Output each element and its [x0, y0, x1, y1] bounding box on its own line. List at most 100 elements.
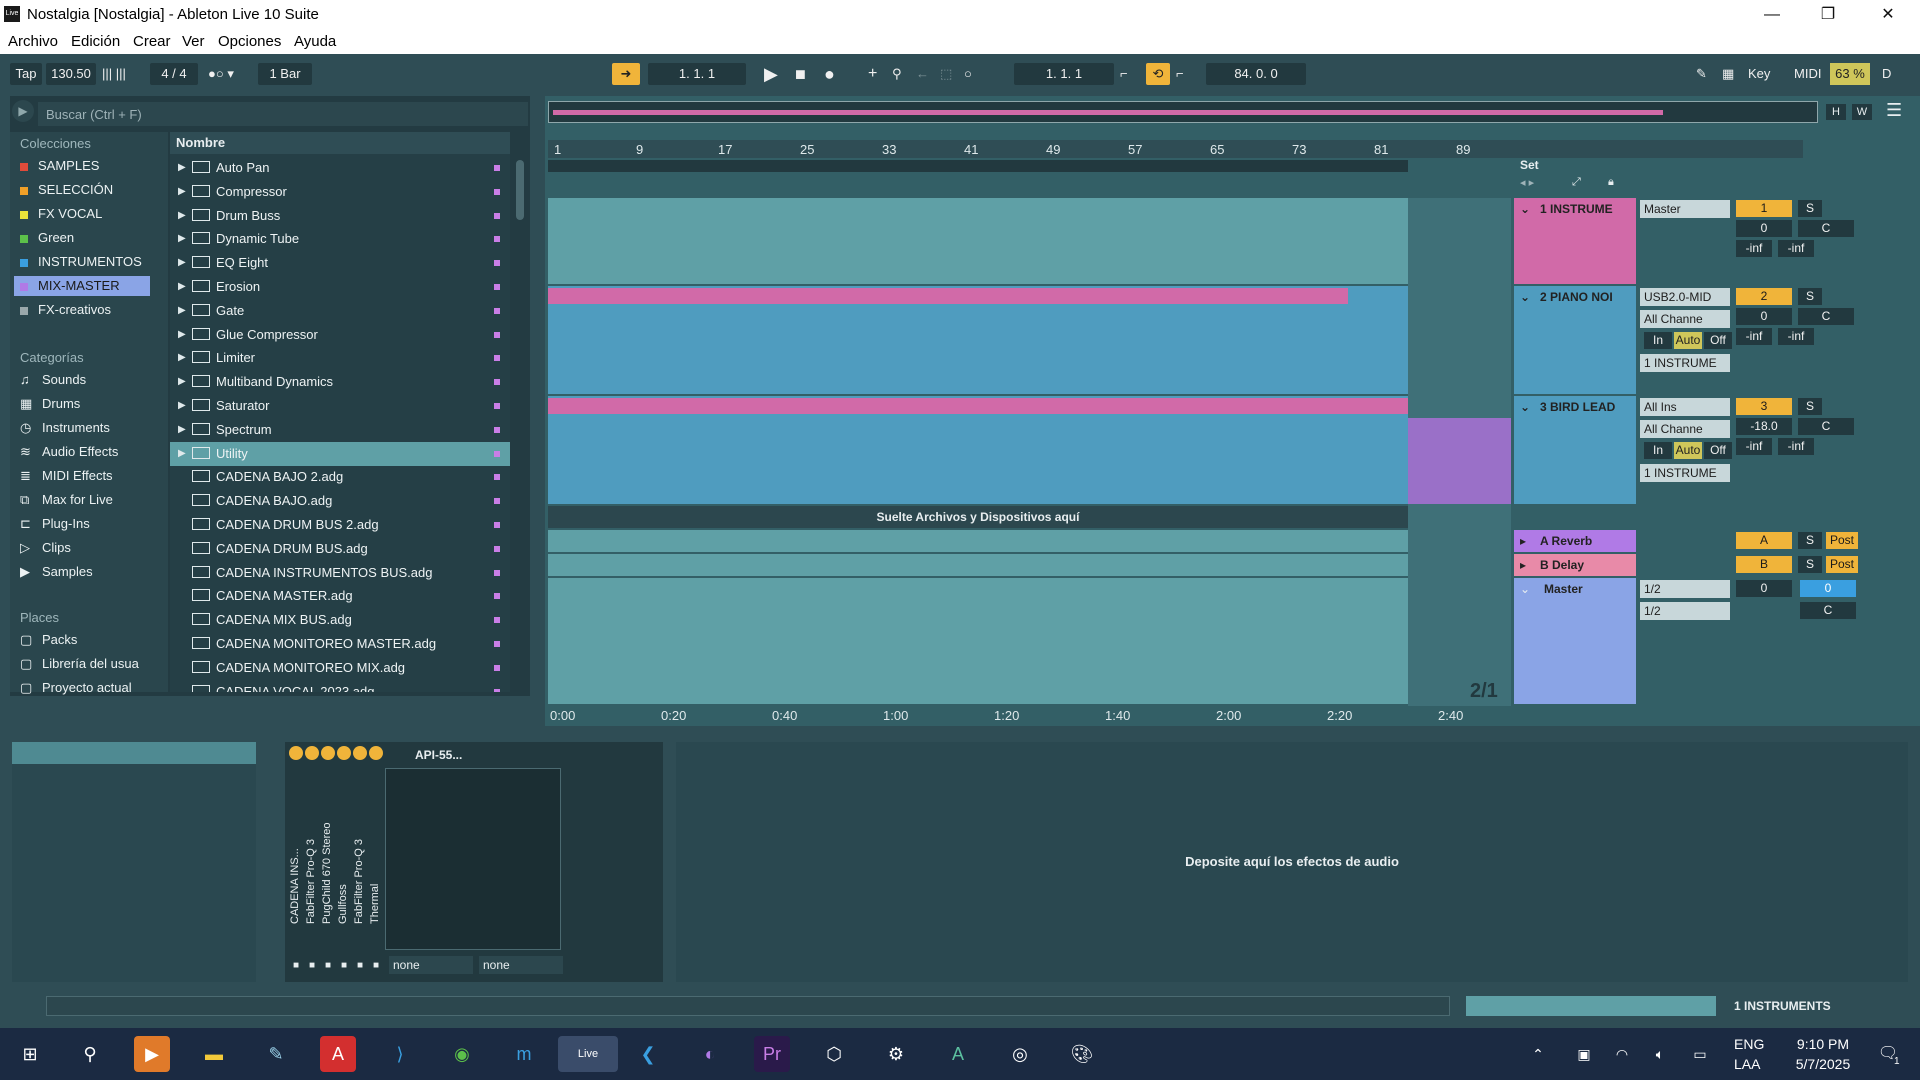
collection-item[interactable]: Green [20, 228, 74, 248]
track-output-select[interactable]: 1 INSTRUME [1640, 464, 1730, 482]
tray-device-icon[interactable]: ▣ [1572, 1036, 1596, 1072]
track-channel-select[interactable]: All Channe [1640, 310, 1730, 328]
monitor-button[interactable]: Off [1704, 332, 1732, 349]
solo-button[interactable]: S [1798, 556, 1822, 573]
category-item[interactable]: ♫ Sounds [20, 370, 86, 390]
automation-arm-icon[interactable]: ⚲ [892, 63, 902, 85]
master-track-header[interactable]: ⌄ Master [1514, 578, 1636, 704]
fold-icon[interactable]: ▸ [1520, 534, 1526, 548]
musescore-icon[interactable]: m [506, 1036, 542, 1072]
status-scroll[interactable] [1466, 996, 1716, 1016]
device-activator-icon[interactable] [305, 746, 319, 760]
unity-icon[interactable]: ⬡ [816, 1036, 852, 1072]
device-activator-icon[interactable] [369, 746, 383, 760]
clock-time[interactable]: 9:10 PM [1786, 1036, 1860, 1052]
pre-post-toggle[interactable]: Post [1826, 532, 1858, 549]
track-pan[interactable]: C [1798, 418, 1854, 435]
collection-item[interactable]: SAMPLES [20, 156, 99, 176]
expand-arrow-icon[interactable]: ▶ [178, 204, 186, 228]
return-activator[interactable]: B [1736, 556, 1792, 573]
browser-item[interactable]: ▶ Drum Buss [170, 204, 510, 228]
layout-indicator[interactable]: LAA [1734, 1056, 1760, 1072]
expand-arrow-icon[interactable]: ▶ [178, 299, 186, 323]
draw-mode-icon[interactable]: ✎ [1696, 63, 1707, 85]
collection-item[interactable]: FX-creativos [20, 300, 111, 320]
menu-opciones[interactable]: Opciones [218, 33, 281, 50]
return-lane-a[interactable] [548, 530, 1408, 552]
app-arrow-icon[interactable]: ❮ [630, 1036, 666, 1072]
expand-arrow-icon[interactable]: ▶ [178, 394, 186, 418]
menu-ayuda[interactable]: Ayuda [294, 33, 336, 50]
clip-header[interactable] [548, 288, 1348, 304]
stop-icon[interactable]: ■ [795, 63, 806, 85]
set-locator-label[interactable]: Set [1520, 158, 1539, 172]
solo-button[interactable]: S [1798, 200, 1822, 217]
browser-item[interactable]: ▶ Glue Compressor [170, 323, 510, 347]
browser-item[interactable]: ▶ EQ Eight [170, 251, 510, 275]
menu-lines-icon[interactable]: ☰ [1886, 100, 1902, 121]
category-item[interactable]: ≋ Audio Effects [20, 442, 118, 462]
device-lock-icon[interactable]: ■ [353, 960, 367, 974]
browser-item[interactable]: CADENA BAJO.adg [170, 489, 510, 513]
search-icon[interactable]: ⚲ [72, 1036, 108, 1072]
category-item[interactable]: ▦ Drums [20, 394, 80, 414]
obs-icon[interactable]: ◎ [1002, 1036, 1038, 1072]
locator-nav-icons[interactable]: ◂ ▸ [1520, 176, 1534, 189]
browser-item[interactable]: ▶ Multiband Dynamics [170, 370, 510, 394]
notification-icon[interactable]: 🗨︎ [1870, 1036, 1906, 1072]
expand-arrow-icon[interactable]: ▶ [178, 370, 186, 394]
device-lock-icon[interactable]: ■ [321, 960, 335, 974]
app-a-icon[interactable]: A [940, 1036, 976, 1072]
collection-item[interactable]: FX VOCAL [20, 204, 102, 224]
lock-icon[interactable]: 🔒︎ [1608, 176, 1614, 189]
battery-icon[interactable]: ▭ [1688, 1036, 1712, 1072]
menu-edicion[interactable]: Edición [71, 33, 120, 50]
track-channel-select[interactable]: All Channe [1640, 420, 1730, 438]
return-activator[interactable]: A [1736, 532, 1792, 549]
overview-h-button[interactable]: H [1826, 104, 1846, 120]
expand-arrow-icon[interactable]: ▶ [178, 323, 186, 347]
key-map-button[interactable]: Key [1748, 63, 1770, 85]
solo-button[interactable]: S [1798, 532, 1822, 549]
track-activator[interactable]: 3 [1736, 398, 1792, 415]
volume-icon[interactable]: 🔈︎ [1648, 1036, 1672, 1072]
menu-ver[interactable]: Ver [182, 33, 205, 50]
collection-item[interactable]: INSTRUMENTOS [20, 252, 142, 272]
collection-item[interactable]: MIX-MASTER [14, 276, 150, 296]
place-item[interactable]: ▢ Librería del usua [20, 654, 139, 674]
solo-button[interactable]: S [1798, 398, 1822, 415]
record-icon[interactable]: ● [824, 63, 835, 85]
bar-ruler[interactable]: 1 9 17 25 33 41 49 57 65 73 81 89 [548, 140, 1803, 158]
monitor-button[interactable]: In [1644, 332, 1672, 349]
vscode-icon[interactable]: ⟩ [382, 1036, 418, 1072]
time-ruler[interactable]: 0:00 0:20 0:40 1:00 1:20 1:40 2:00 2:20 2:40 [548, 706, 1463, 724]
session-record-icon[interactable]: ○ [964, 63, 972, 85]
monitor-button[interactable]: Off [1704, 442, 1732, 459]
expand-arrow-icon[interactable]: ▶ [178, 180, 186, 204]
master-cue-out[interactable]: 1/2 [1640, 580, 1730, 598]
category-item[interactable]: ⊏ Plug-Ins [20, 514, 90, 534]
track-volume[interactable]: -18.0 [1736, 418, 1792, 435]
macro-area[interactable] [385, 768, 561, 950]
device-drop-area[interactable]: Deposite aquí los efectos de audio [676, 742, 1908, 982]
audio-effect-rack[interactable]: CADENA INS... ■ FabFilter Pro-Q 3 ■ PugChild… [285, 742, 663, 982]
monitor-button[interactable]: Auto [1674, 332, 1702, 349]
minimize-button[interactable]: — [1744, 0, 1800, 30]
premiere-icon[interactable]: Pr [754, 1036, 790, 1072]
master-volume[interactable]: 0 [1800, 580, 1856, 597]
browser-item[interactable]: ▶ Spectrum [170, 418, 510, 442]
clip-header[interactable] [548, 398, 1408, 414]
track-input-select[interactable]: All Ins [1640, 398, 1730, 416]
overview-w-button[interactable]: W [1852, 104, 1872, 120]
browser-item[interactable]: ▶ Compressor [170, 180, 510, 204]
tempo-field[interactable]: 130.50 [46, 63, 96, 85]
fold-icon[interactable]: ⌄ [1520, 290, 1530, 304]
device-lock-icon[interactable]: ■ [369, 960, 383, 974]
return-lane-b[interactable] [548, 554, 1408, 576]
back-to-arrangement-icon[interactable]: ← [916, 63, 929, 85]
paint-icon[interactable]: 🎨︎ [1064, 1036, 1100, 1072]
device-lock-icon[interactable]: ■ [289, 960, 303, 974]
track-volume[interactable]: 0 [1736, 220, 1792, 237]
expand-arrow-icon[interactable]: ▶ [178, 346, 186, 370]
rack-select-2[interactable]: none [479, 956, 563, 974]
